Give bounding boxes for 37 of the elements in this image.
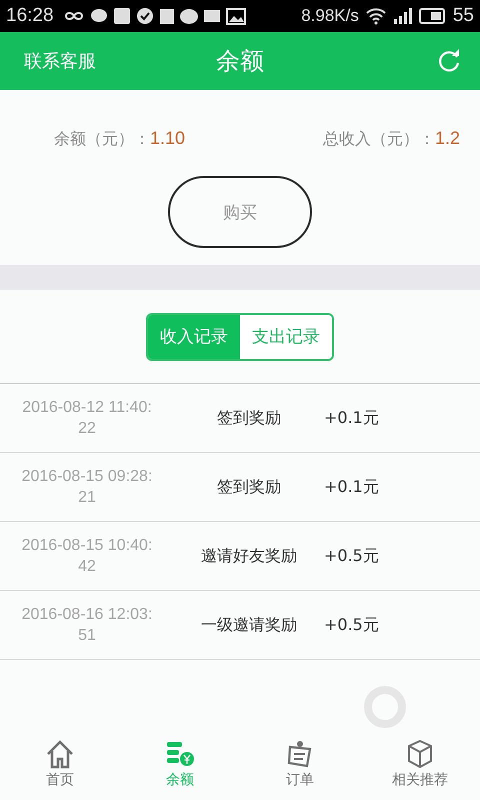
total-income-text: 总收入（元）：1.2	[322, 128, 460, 150]
check-circle-icon	[136, 7, 154, 25]
page-title: 余额	[216, 46, 264, 77]
battery-icon	[418, 7, 447, 25]
message-icon	[180, 8, 198, 24]
record-event: 一级邀请奖励	[200, 614, 298, 636]
record-tab[interactable]: 支出记录	[240, 314, 332, 358]
image-icon	[226, 8, 246, 24]
refresh-icon[interactable]	[436, 48, 462, 74]
record-amount: +0.5元	[324, 546, 379, 566]
record-event: 邀请好友奖励	[200, 546, 298, 566]
coins-icon	[165, 739, 195, 769]
chat-bubble-icon	[90, 8, 108, 24]
customer-service-link[interactable]: 联系客服	[24, 49, 96, 73]
nav-tab[interactable]: 订单	[240, 728, 360, 800]
balance-text: 余额（元）：1.10	[54, 128, 186, 150]
record-amount: +0.5元	[324, 614, 379, 636]
record-amount: +0.1元	[324, 408, 379, 428]
record-event: 签到奖励	[216, 476, 282, 498]
record-time: 2016-08-15 10:40:42	[20, 536, 154, 577]
battery-level: 55	[452, 5, 474, 27]
nav-tab[interactable]: 余额	[120, 728, 240, 800]
record-tab[interactable]: 收入记录	[148, 314, 240, 358]
record-time: 2016-08-12 11:40:22	[21, 398, 153, 439]
nav-tab[interactable]: 首页	[0, 728, 120, 800]
house-icon	[45, 739, 75, 769]
cube-icon	[405, 739, 435, 769]
wifi-icon	[364, 7, 387, 25]
record-time: 2016-08-16 12:03:51	[20, 605, 154, 646]
record-event: 签到奖励	[216, 408, 282, 428]
record-amount: +0.1元	[324, 476, 379, 498]
status-time: 16:28	[6, 5, 54, 27]
signal-icon	[392, 7, 413, 25]
record-time: 2016-08-15 09:28:21	[20, 467, 154, 508]
buy-button[interactable]: 购买	[168, 176, 312, 248]
nav-tab[interactable]: 相关推荐	[360, 728, 480, 800]
network-speed: 8.98K/s	[301, 6, 359, 26]
